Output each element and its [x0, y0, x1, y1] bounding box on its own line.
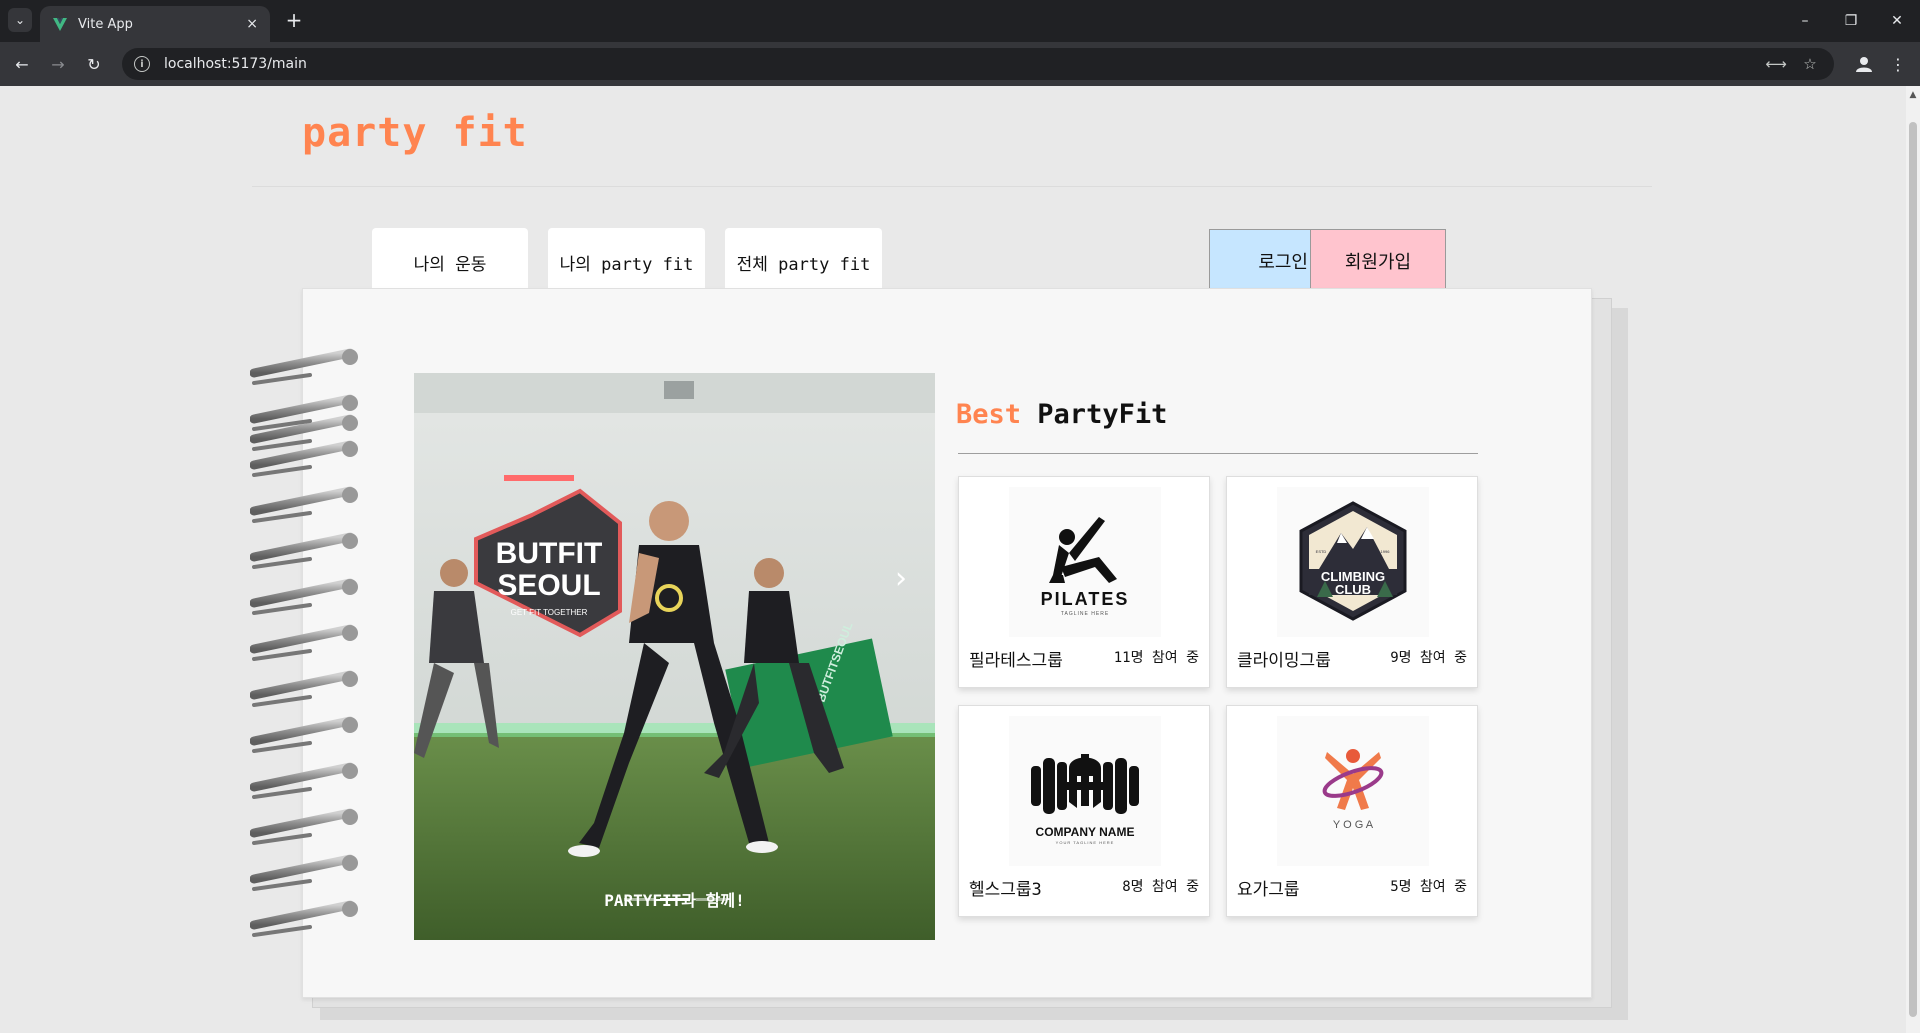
group-card-pilates[interactable]: PILATES TAGLINE HERE 필라테스그룹 11명 참여 중 [958, 476, 1210, 688]
profile-icon[interactable] [1850, 50, 1878, 78]
tab-my-partyfit[interactable]: 나의 party fit [548, 228, 705, 296]
url-text[interactable]: localhost:5173/main [164, 56, 307, 72]
address-bar[interactable]: i localhost:5173/main ⟷ ☆ [122, 48, 1834, 80]
group-logo-climbing: ESTD 1996 CLIMBING CLUB [1277, 487, 1429, 637]
translate-icon[interactable]: ⟷ [1764, 52, 1788, 76]
group-logo-pilates: PILATES TAGLINE HERE [1009, 487, 1161, 637]
restore-icon[interactable]: ❐ [1828, 0, 1874, 42]
reload-icon[interactable]: ↻ [80, 50, 108, 78]
hero-carousel[interactable]: BUTFIT SEOUL GET FIT TOGETHER BUTFITSEOU… [414, 373, 935, 940]
carousel-indicators [624, 898, 726, 901]
group-card-health[interactable]: COMPANY NAME YOUR TAGLINE HERE 헬스그룹3 8명 … [958, 705, 1210, 917]
site-info-icon[interactable]: i [134, 56, 150, 72]
login-button[interactable]: 로그인 [1209, 229, 1310, 293]
group-member-count: 5명 참여 중 [1390, 879, 1467, 895]
gym-sign-text-1: BUTFIT [496, 537, 603, 570]
tab-all-partyfit[interactable]: 전체 party fit [725, 228, 882, 296]
tab-close-icon[interactable]: × [246, 16, 258, 32]
yoga-figure-icon [1322, 749, 1384, 810]
group-name: 필라테스그룹 [969, 651, 1063, 671]
tab-title: Vite App [78, 16, 133, 32]
pilates-logo-text: PILATES [1041, 589, 1130, 609]
window-controls: – ❐ ✕ [1782, 0, 1920, 42]
climbing-logo-est: ESTD [1316, 549, 1327, 554]
chevron-right-icon[interactable]: › [888, 558, 914, 598]
mountain-badge-icon [1299, 501, 1407, 621]
scroll-up-icon[interactable]: ▲ [1908, 90, 1918, 100]
forward-icon[interactable]: → [44, 50, 72, 78]
best-partyfit-heading: Best PartyFit [956, 399, 1167, 430]
browser-tabstrip: ⌄ Vite App × + – ❐ ✕ [0, 0, 1920, 42]
close-window-icon[interactable]: ✕ [1874, 0, 1920, 42]
site-logo[interactable]: party fit [302, 110, 528, 156]
health-logo-tagline: YOUR TAGLINE HERE [1056, 840, 1115, 845]
header-divider [252, 186, 1652, 187]
signup-button[interactable]: 회원가입 [1310, 229, 1446, 293]
carousel-indicator-3[interactable] [696, 898, 726, 901]
climbing-logo-year: 1996 [1381, 549, 1391, 554]
pilates-logo-tagline: TAGLINE HERE [1061, 611, 1109, 617]
group-name: 요가그룹 [1237, 880, 1300, 900]
new-tab-icon[interactable]: + [282, 8, 306, 32]
carousel-indicator-2[interactable] [660, 898, 690, 901]
bookmark-star-icon[interactable]: ☆ [1798, 52, 1822, 76]
gym-sign-text-2: SEOUL [497, 569, 600, 602]
best-heading-title: PartyFit [1037, 399, 1168, 430]
page-scrollbar[interactable]: ▲ [1906, 86, 1920, 1033]
vite-icon [53, 18, 67, 31]
group-card-yoga[interactable]: Y O G A 요가그룹 5명 참여 중 [1226, 705, 1478, 917]
health-logo-text: COMPANY NAME [1036, 825, 1135, 839]
dumbbell-icon [1031, 754, 1139, 814]
browser-toolbar: ← → ↻ i localhost:5173/main ⟷ ☆ ⋮ [0, 42, 1920, 86]
group-member-count: 8명 참여 중 [1122, 879, 1199, 895]
group-card-climbing[interactable]: ESTD 1996 CLIMBING CLUB 클라이밍그룹 9명 참여 중 [1226, 476, 1478, 688]
back-icon[interactable]: ← [8, 50, 36, 78]
group-name: 클라이밍그룹 [1237, 651, 1331, 671]
group-member-count: 9명 참여 중 [1390, 650, 1467, 666]
scrollbar-thumb[interactable] [1909, 122, 1917, 1017]
notebook-spiral-rings [250, 348, 358, 937]
page-viewport: party fit 나의 운동 나의 party fit 전체 party fi… [0, 86, 1920, 1033]
group-logo-yoga: Y O G A [1277, 716, 1429, 866]
carousel-indicator-1[interactable] [624, 898, 654, 901]
tab-my-exercise[interactable]: 나의 운동 [372, 228, 528, 296]
yoga-logo-text: Y O G A [1333, 819, 1374, 831]
browser-tab[interactable]: Vite App × [40, 6, 270, 42]
group-logo-health: COMPANY NAME YOUR TAGLINE HERE [1009, 716, 1161, 866]
tab-search-icon[interactable]: ⌄ [8, 8, 32, 32]
best-heading-underline [958, 453, 1478, 454]
pilates-figure-icon [1049, 517, 1117, 583]
minimize-icon[interactable]: – [1782, 0, 1828, 42]
gym-sign-text-3: GET FIT TOGETHER [511, 608, 588, 617]
browser-menu-icon[interactable]: ⋮ [1884, 50, 1912, 78]
carousel-slide-image: BUTFIT SEOUL GET FIT TOGETHER BUTFITSEOU… [414, 373, 935, 940]
best-heading-accent: Best [956, 399, 1022, 430]
group-member-count: 11명 참여 중 [1113, 650, 1199, 666]
climbing-logo-text-2: CLUB [1335, 582, 1371, 597]
group-name: 헬스그룹3 [969, 880, 1042, 900]
